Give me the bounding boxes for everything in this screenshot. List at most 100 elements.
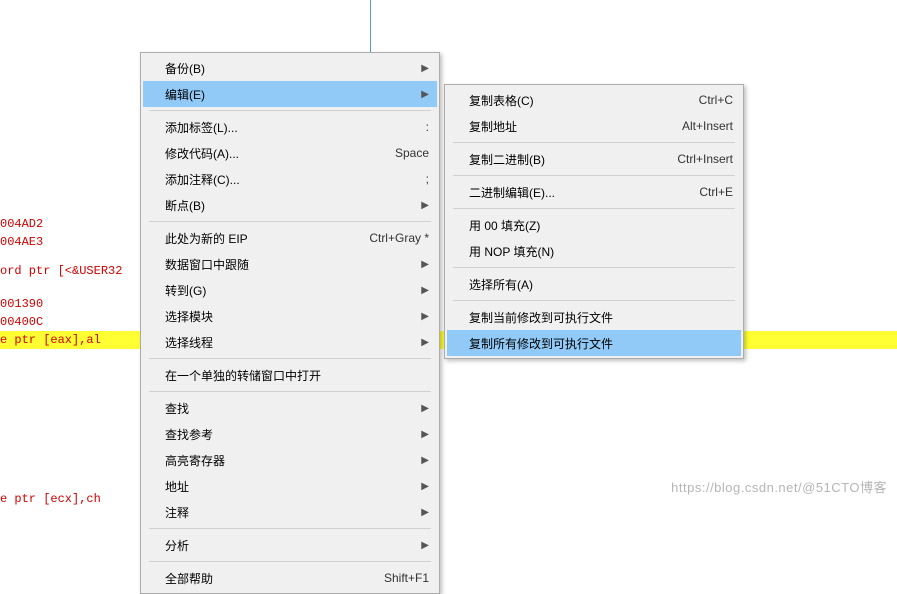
chevron-right-icon: ▶ (419, 63, 429, 74)
menu-separator (149, 528, 431, 529)
menu-copy-current-mod-to-exe[interactable]: 复制当前修改到可执行文件 (447, 304, 741, 330)
menu-label: 查找 (165, 400, 419, 417)
menu-shortcut: Space (395, 146, 429, 160)
menu-highlight-register[interactable]: 高亮寄存器 ▶ (143, 447, 437, 473)
chevron-right-icon: ▶ (419, 507, 429, 518)
menu-label: 编辑(E) (165, 86, 419, 103)
disasm-row: 00400C (0, 313, 43, 331)
menu-help[interactable]: 全部帮助 Shift+F1 (143, 565, 437, 591)
menu-fill-nop[interactable]: 用 NOP 填充(N) (447, 238, 741, 264)
menu-shortcut: : (426, 120, 429, 134)
chevron-right-icon: ▶ (419, 89, 429, 100)
menu-shortcut: ; (426, 172, 429, 186)
menu-separator (453, 208, 735, 209)
menu-separator (453, 300, 735, 301)
watermark-left: https://blog.csdn.net/ (671, 480, 802, 495)
menu-select-thread[interactable]: 选择线程 ▶ (143, 329, 437, 355)
menu-separator (149, 221, 431, 222)
menu-shortcut: Ctrl+Insert (677, 152, 733, 166)
menu-label: 数据窗口中跟随 (165, 256, 419, 273)
menu-label: 选择所有(A) (469, 276, 733, 293)
menu-follow-data[interactable]: 数据窗口中跟随 ▶ (143, 251, 437, 277)
menu-copy-binary[interactable]: 复制二进制(B) Ctrl+Insert (447, 146, 741, 172)
divider-vertical (370, 0, 371, 55)
menu-label: 复制二进制(B) (469, 151, 667, 168)
menu-label: 用 NOP 填充(N) (469, 243, 733, 260)
menu-shortcut: Ctrl+Gray * (369, 231, 429, 245)
menu-label: 用 00 填充(Z) (469, 217, 733, 234)
menu-shortcut: Ctrl+C (699, 93, 733, 107)
menu-analyze[interactable]: 分析 ▶ (143, 532, 437, 558)
disasm-row: e ptr [ecx],ch (0, 490, 101, 508)
menu-fill-00[interactable]: 用 00 填充(Z) (447, 212, 741, 238)
disasm-row: 004AD2 (0, 215, 43, 233)
menu-label: 高亮寄存器 (165, 452, 419, 469)
menu-select-module[interactable]: 选择模块 ▶ (143, 303, 437, 329)
context-menu-edit-submenu: 复制表格(C) Ctrl+C 复制地址 Alt+Insert 复制二进制(B) … (444, 84, 744, 359)
disasm-row: ord ptr [<&USER32 (0, 262, 122, 280)
menu-new-eip[interactable]: 此处为新的 EIP Ctrl+Gray * (143, 225, 437, 251)
menu-separator (453, 267, 735, 268)
menu-copy-address[interactable]: 复制地址 Alt+Insert (447, 113, 741, 139)
menu-shortcut: Shift+F1 (384, 571, 429, 585)
menu-label: 复制地址 (469, 118, 672, 135)
menu-copy-table[interactable]: 复制表格(C) Ctrl+C (447, 87, 741, 113)
menu-label: 选择模块 (165, 308, 419, 325)
menu-label: 分析 (165, 537, 419, 554)
menu-backup[interactable]: 备份(B) ▶ (143, 55, 437, 81)
menu-label: 在一个单独的转储窗口中打开 (165, 367, 429, 384)
watermark: https://blog.csdn.net/@51CTO博客 (671, 477, 887, 496)
menu-label: 选择线程 (165, 334, 419, 351)
disasm-row: 001390 (0, 295, 43, 313)
menu-select-all[interactable]: 选择所有(A) (447, 271, 741, 297)
menu-breakpoint[interactable]: 断点(B) ▶ (143, 192, 437, 218)
chevron-right-icon: ▶ (419, 200, 429, 211)
menu-label: 添加注释(C)... (165, 171, 416, 188)
menu-separator (453, 175, 735, 176)
chevron-right-icon: ▶ (419, 285, 429, 296)
chevron-right-icon: ▶ (419, 429, 429, 440)
menu-find-ref[interactable]: 查找参考 ▶ (143, 421, 437, 447)
menu-comment[interactable]: 注释 ▶ (143, 499, 437, 525)
menu-label: 添加标签(L)... (165, 119, 416, 136)
chevron-right-icon: ▶ (419, 540, 429, 551)
context-menu-primary: 备份(B) ▶ 编辑(E) ▶ 添加标签(L)... : 修改代码(A)... … (140, 52, 440, 594)
menu-separator (453, 142, 735, 143)
menu-add-comment[interactable]: 添加注释(C)... ; (143, 166, 437, 192)
chevron-right-icon: ▶ (419, 481, 429, 492)
menu-address[interactable]: 地址 ▶ (143, 473, 437, 499)
menu-label: 复制当前修改到可执行文件 (469, 309, 733, 326)
menu-label: 转到(G) (165, 282, 419, 299)
chevron-right-icon: ▶ (419, 403, 429, 414)
watermark-right: @51CTO博客 (802, 480, 887, 495)
menu-binary-edit[interactable]: 二进制编辑(E)... Ctrl+E (447, 179, 741, 205)
menu-add-label[interactable]: 添加标签(L)... : (143, 114, 437, 140)
menu-label: 此处为新的 EIP (165, 230, 359, 247)
menu-label: 断点(B) (165, 197, 419, 214)
menu-label: 地址 (165, 478, 419, 495)
disasm-row: 004AE3 (0, 233, 43, 251)
chevron-right-icon: ▶ (419, 455, 429, 466)
menu-separator (149, 358, 431, 359)
menu-separator (149, 561, 431, 562)
menu-label: 二进制编辑(E)... (469, 184, 689, 201)
menu-label: 全部帮助 (165, 570, 374, 587)
chevron-right-icon: ▶ (419, 311, 429, 322)
menu-label: 复制所有修改到可执行文件 (469, 335, 733, 352)
menu-goto[interactable]: 转到(G) ▶ (143, 277, 437, 303)
menu-label: 备份(B) (165, 60, 419, 77)
menu-shortcut: Ctrl+E (699, 185, 733, 199)
menu-label: 修改代码(A)... (165, 145, 385, 162)
chevron-right-icon: ▶ (419, 259, 429, 270)
menu-open-dump[interactable]: 在一个单独的转储窗口中打开 (143, 362, 437, 388)
menu-shortcut: Alt+Insert (682, 119, 733, 133)
menu-separator (149, 110, 431, 111)
menu-modify-code[interactable]: 修改代码(A)... Space (143, 140, 437, 166)
menu-label: 复制表格(C) (469, 92, 689, 109)
chevron-right-icon: ▶ (419, 337, 429, 348)
menu-copy-all-mod-to-exe[interactable]: 复制所有修改到可执行文件 (447, 330, 741, 356)
menu-label: 注释 (165, 504, 419, 521)
disassembly-panel: 004AD2 004AE3 ord ptr [<&USER32 001390 0… (0, 0, 14, 144)
menu-find[interactable]: 查找 ▶ (143, 395, 437, 421)
menu-edit[interactable]: 编辑(E) ▶ (143, 81, 437, 107)
